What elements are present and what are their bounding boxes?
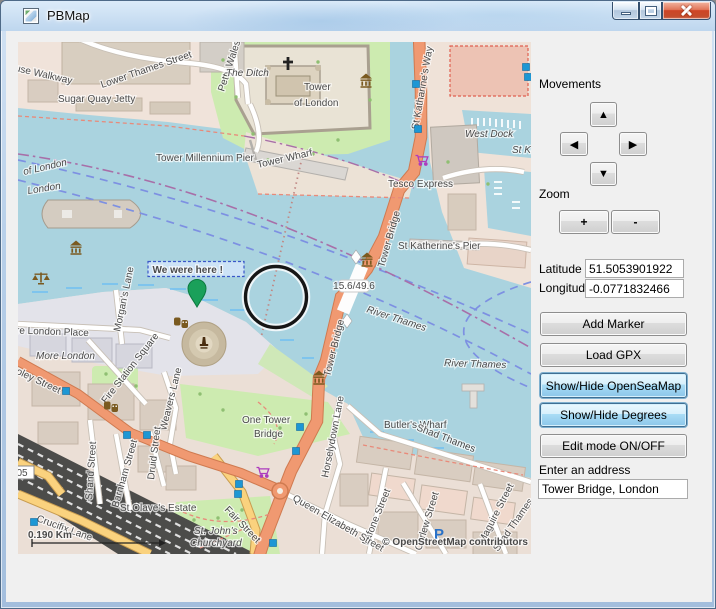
buoy-icon	[270, 540, 277, 547]
buoy-icon	[293, 448, 300, 455]
map-canvas[interactable]: House WalkwayLower Thames StreetPetty Wa…	[18, 42, 531, 554]
buoy-icon	[297, 424, 304, 431]
buoy-icon	[124, 432, 131, 439]
client-area: House WalkwayLower Thames StreetPetty Wa…	[6, 31, 712, 602]
buoy-icon	[63, 388, 70, 395]
move-up-button[interactable]: ▲	[590, 102, 617, 127]
map-label: Tesco Express	[388, 179, 453, 190]
latitude-label: Latitude	[539, 262, 582, 276]
latitude-field[interactable]	[585, 259, 684, 278]
address-field[interactable]	[538, 479, 688, 499]
longitude-field[interactable]	[585, 279, 684, 298]
buoy-icon	[415, 126, 422, 133]
edit-mode-button[interactable]: Edit mode ON/OFF	[540, 434, 687, 458]
app-window: PBMap	[0, 0, 716, 609]
window-title: PBMap	[47, 8, 90, 23]
right-arrow-icon: ▶	[629, 138, 637, 151]
buoy-icon	[413, 81, 420, 88]
map-label: River Thames	[444, 358, 507, 371]
map-label: More London	[36, 351, 95, 362]
toggle-degrees-button[interactable]: Show/Hide Degrees	[540, 403, 687, 427]
add-marker-button[interactable]: Add Marker	[540, 312, 687, 336]
zoom-out-button[interactable]: -	[611, 210, 660, 234]
app-icon	[23, 8, 39, 24]
maximize-icon	[646, 7, 656, 15]
attribution: © OpenStreetMap contributors	[382, 537, 528, 548]
buoy-icon	[144, 432, 151, 439]
movements-label: Movements	[539, 77, 601, 91]
left-arrow-icon: ◀	[570, 138, 578, 151]
map-label: West Dock	[465, 129, 514, 140]
toggle-openseamap-button[interactable]: Show/Hide OpenSeaMap	[540, 373, 687, 398]
longitude-label: Longitude	[539, 281, 592, 295]
map-view[interactable]: House WalkwayLower Thames StreetPetty Wa…	[18, 42, 531, 554]
map-label: St. John's	[194, 526, 238, 537]
map-label: The Ditch	[226, 68, 269, 79]
move-down-button[interactable]: ▼	[590, 162, 617, 186]
buoy-icon	[236, 481, 243, 488]
move-left-button[interactable]: ◀	[560, 132, 588, 156]
map-label: St Olave's Estate	[120, 503, 197, 514]
buoy-icon	[235, 491, 242, 498]
up-arrow-icon: ▲	[598, 109, 609, 121]
map-label: Tower	[304, 82, 331, 93]
map-label: Churchyard	[190, 538, 242, 549]
scale-label: 0.190 Km	[28, 530, 72, 541]
buoy-icon	[31, 519, 38, 526]
map-label: St Kath	[512, 145, 531, 156]
titlebar[interactable]: PBMap	[1, 1, 716, 31]
close-icon	[680, 4, 693, 17]
map-label: St Katherine's Pier	[398, 241, 481, 252]
minimize-icon	[621, 12, 631, 15]
map-label: One Tower	[242, 415, 291, 426]
buoy-icon	[523, 64, 530, 71]
zoom-label: Zoom	[539, 187, 570, 201]
marker-tooltip-label: We were here !	[153, 265, 223, 276]
close-button[interactable]	[662, 2, 711, 20]
map-label: Sugar Quay Jetty	[58, 94, 135, 105]
move-right-button[interactable]: ▶	[619, 132, 647, 156]
address-label: Enter an address	[539, 463, 630, 477]
down-arrow-icon: ▼	[598, 168, 609, 180]
road-ref-label: 05	[18, 468, 28, 479]
map-label: Bridge	[254, 429, 283, 440]
bridge-clearance-label: 15.6/49.6	[333, 281, 375, 292]
maximize-button[interactable]	[639, 2, 662, 20]
load-gpx-button[interactable]: Load GPX	[540, 343, 687, 367]
zoom-in-button[interactable]: +	[559, 210, 609, 234]
map-label: Tower Millennium Pier	[156, 153, 254, 164]
map-label: of London	[294, 98, 339, 109]
buoy-icon	[525, 74, 532, 81]
minimize-button[interactable]	[612, 2, 639, 20]
